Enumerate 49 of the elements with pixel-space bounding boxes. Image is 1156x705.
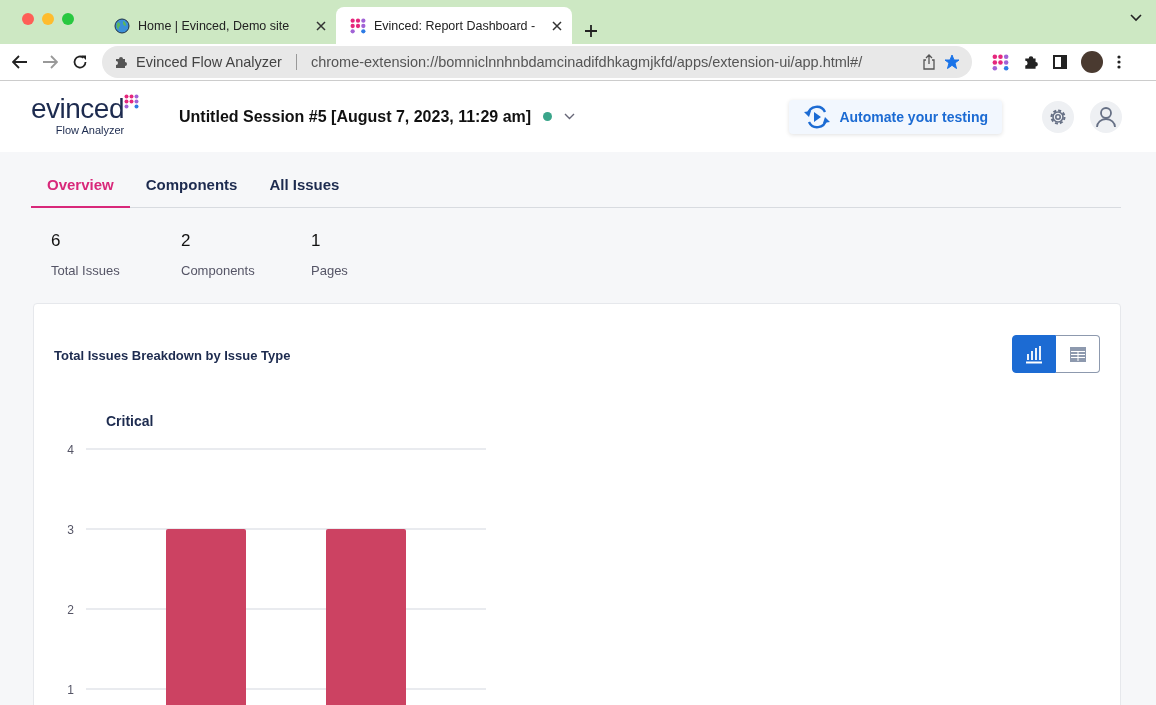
puzzle-icon bbox=[114, 55, 128, 69]
card-title: Total Issues Breakdown by Issue Type bbox=[54, 348, 291, 363]
automate-button[interactable]: Automate your testing bbox=[789, 99, 1002, 134]
table-icon bbox=[1068, 344, 1087, 364]
axis-label: 3 bbox=[67, 523, 74, 537]
browser-tab[interactable]: Home | Evinced, Demo site bbox=[100, 7, 336, 44]
axis-label: 1 bbox=[67, 683, 74, 697]
menu-icon[interactable] bbox=[1117, 55, 1121, 69]
stat-value: 6 bbox=[51, 231, 62, 251]
axis-label: 2 bbox=[67, 603, 74, 617]
chevron-down-icon[interactable] bbox=[1130, 14, 1142, 22]
axis-label: 4 bbox=[67, 443, 74, 457]
stat-label: Pages bbox=[311, 263, 349, 278]
stat-value: 1 bbox=[311, 231, 322, 251]
share-icon[interactable] bbox=[922, 54, 936, 70]
puzzle-icon[interactable] bbox=[1023, 54, 1039, 70]
reload-icon[interactable] bbox=[72, 54, 88, 70]
settings-icon[interactable] bbox=[1042, 100, 1074, 133]
stat-label: Total Issues bbox=[51, 263, 121, 278]
forward-icon[interactable] bbox=[42, 55, 58, 69]
side-panel-icon[interactable] bbox=[1053, 55, 1067, 69]
chevron-down-icon[interactable] bbox=[564, 113, 576, 120]
star-icon[interactable] bbox=[944, 54, 960, 70]
browser-tab[interactable]: Evinced: Report Dashboard - bbox=[336, 7, 572, 44]
stat-label: Components bbox=[181, 263, 256, 278]
logo-text: evinced bbox=[31, 93, 124, 124]
address-bar[interactable]: Evinced Flow Analyzer chrome-extension://bomniclnnhnbdamcinadifdhkagmjkfd/apps/extension-ui/app.html#/ bbox=[102, 46, 972, 78]
evinced-dots-icon bbox=[350, 17, 366, 34]
logo-dots-icon bbox=[124, 93, 139, 109]
chart-title: Critical bbox=[106, 413, 155, 429]
nav-tab[interactable]: Components bbox=[129, 176, 254, 208]
back-icon[interactable] bbox=[12, 55, 28, 69]
status-dot-icon bbox=[543, 112, 553, 121]
user-icon[interactable] bbox=[1090, 100, 1122, 133]
new-tab-icon[interactable] bbox=[584, 24, 598, 38]
table-view-button[interactable] bbox=[1056, 335, 1100, 373]
bar-chart-icon bbox=[1025, 344, 1043, 364]
globe-icon bbox=[114, 17, 130, 34]
sync-play-icon bbox=[803, 103, 832, 130]
logo-subtitle: Flow Analyzer bbox=[55, 123, 125, 136]
close-icon[interactable] bbox=[316, 20, 326, 31]
avatar-icon[interactable] bbox=[1081, 51, 1103, 73]
stat-value: 2 bbox=[181, 231, 192, 251]
nav-tab[interactable]: Overview bbox=[31, 176, 130, 208]
extension-icon bbox=[992, 53, 1009, 71]
nav-tab[interactable]: All Issues bbox=[253, 176, 356, 208]
chart-view-button[interactable] bbox=[1012, 335, 1056, 373]
close-icon[interactable] bbox=[552, 20, 562, 31]
session-title: Untitled Session #5 [August 7, 2023, 11:29 am] bbox=[179, 107, 532, 126]
